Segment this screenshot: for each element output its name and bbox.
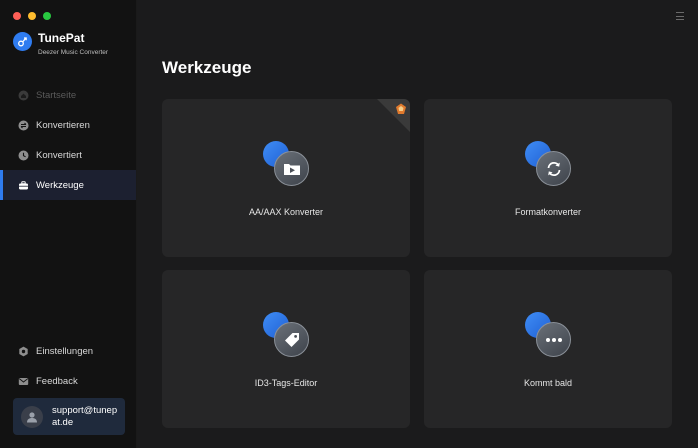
account-panel[interactable]: support@tunepat.de — [13, 398, 125, 435]
maximize-window-button[interactable] — [43, 12, 51, 20]
brand: TunePat Deezer Music Converter — [13, 31, 108, 57]
close-window-button[interactable] — [13, 12, 21, 20]
sidebar-bottom-nav: Einstellungen Feedback — [0, 336, 136, 396]
window-controls — [13, 12, 51, 20]
sidebar: TunePat Deezer Music Converter Startseit… — [0, 0, 137, 448]
tag-icon — [263, 312, 311, 360]
tool-card-label: Kommt bald — [523, 378, 573, 388]
app-name: TunePat — [38, 31, 85, 45]
sidebar-item-werkzeuge[interactable]: Werkzeuge — [0, 170, 136, 200]
sidebar-item-label: Feedback — [36, 375, 78, 387]
menu-icon[interactable] — [676, 12, 684, 20]
tool-card-aa-aax-konverter[interactable]: AA/AAX Konverter — [162, 99, 410, 257]
app-logo-icon — [13, 32, 32, 51]
sidebar-item-label: Einstellungen — [36, 345, 94, 357]
tool-card-label: Formatkonverter — [514, 207, 582, 217]
home-icon — [18, 90, 29, 101]
sidebar-item-einstellungen[interactable]: Einstellungen — [0, 336, 136, 366]
crown-badge-icon — [395, 102, 407, 114]
page-title: Werkzeuge — [162, 58, 252, 77]
tool-card-formatkonverter[interactable]: Formatkonverter — [424, 99, 672, 257]
play-folder-icon — [263, 141, 311, 189]
account-email: support@tunepat.de — [52, 404, 118, 428]
sidebar-nav: Startseite Konvertieren Konvertiert Werk… — [0, 80, 136, 200]
app-window: TunePat Deezer Music Converter Startseit… — [0, 0, 698, 448]
sidebar-item-label: Konvertiert — [36, 149, 82, 161]
toolbox-icon — [18, 180, 29, 191]
main-content: Werkzeuge AA/AAX Konverter Formatkonvert… — [137, 0, 698, 448]
sidebar-item-label: Konvertieren — [36, 119, 90, 131]
sidebar-item-konvertieren[interactable]: Konvertieren — [0, 110, 136, 140]
sidebar-item-konvertiert[interactable]: Konvertiert — [0, 140, 136, 170]
sidebar-item-feedback[interactable]: Feedback — [0, 366, 136, 396]
convert-icon — [18, 120, 29, 131]
sidebar-item-label: Startseite — [36, 89, 77, 101]
tool-card-kommt-bald[interactable]: Kommt bald — [424, 270, 672, 428]
tool-card-id3-tags-editor[interactable]: ID3-Tags-Editor — [162, 270, 410, 428]
app-subtitle: Deezer Music Converter — [38, 49, 109, 56]
mail-icon — [18, 376, 29, 387]
minimize-window-button[interactable] — [28, 12, 36, 20]
avatar — [21, 405, 43, 428]
refresh-icon — [525, 141, 573, 189]
sidebar-item-startseite[interactable]: Startseite — [0, 80, 136, 110]
more-icon — [525, 312, 573, 360]
settings-icon — [18, 346, 29, 357]
clock-icon — [18, 150, 29, 161]
tool-card-label: ID3-Tags-Editor — [254, 378, 318, 388]
sidebar-item-label: Werkzeuge — [36, 179, 84, 191]
tool-card-label: AA/AAX Konverter — [248, 207, 324, 217]
